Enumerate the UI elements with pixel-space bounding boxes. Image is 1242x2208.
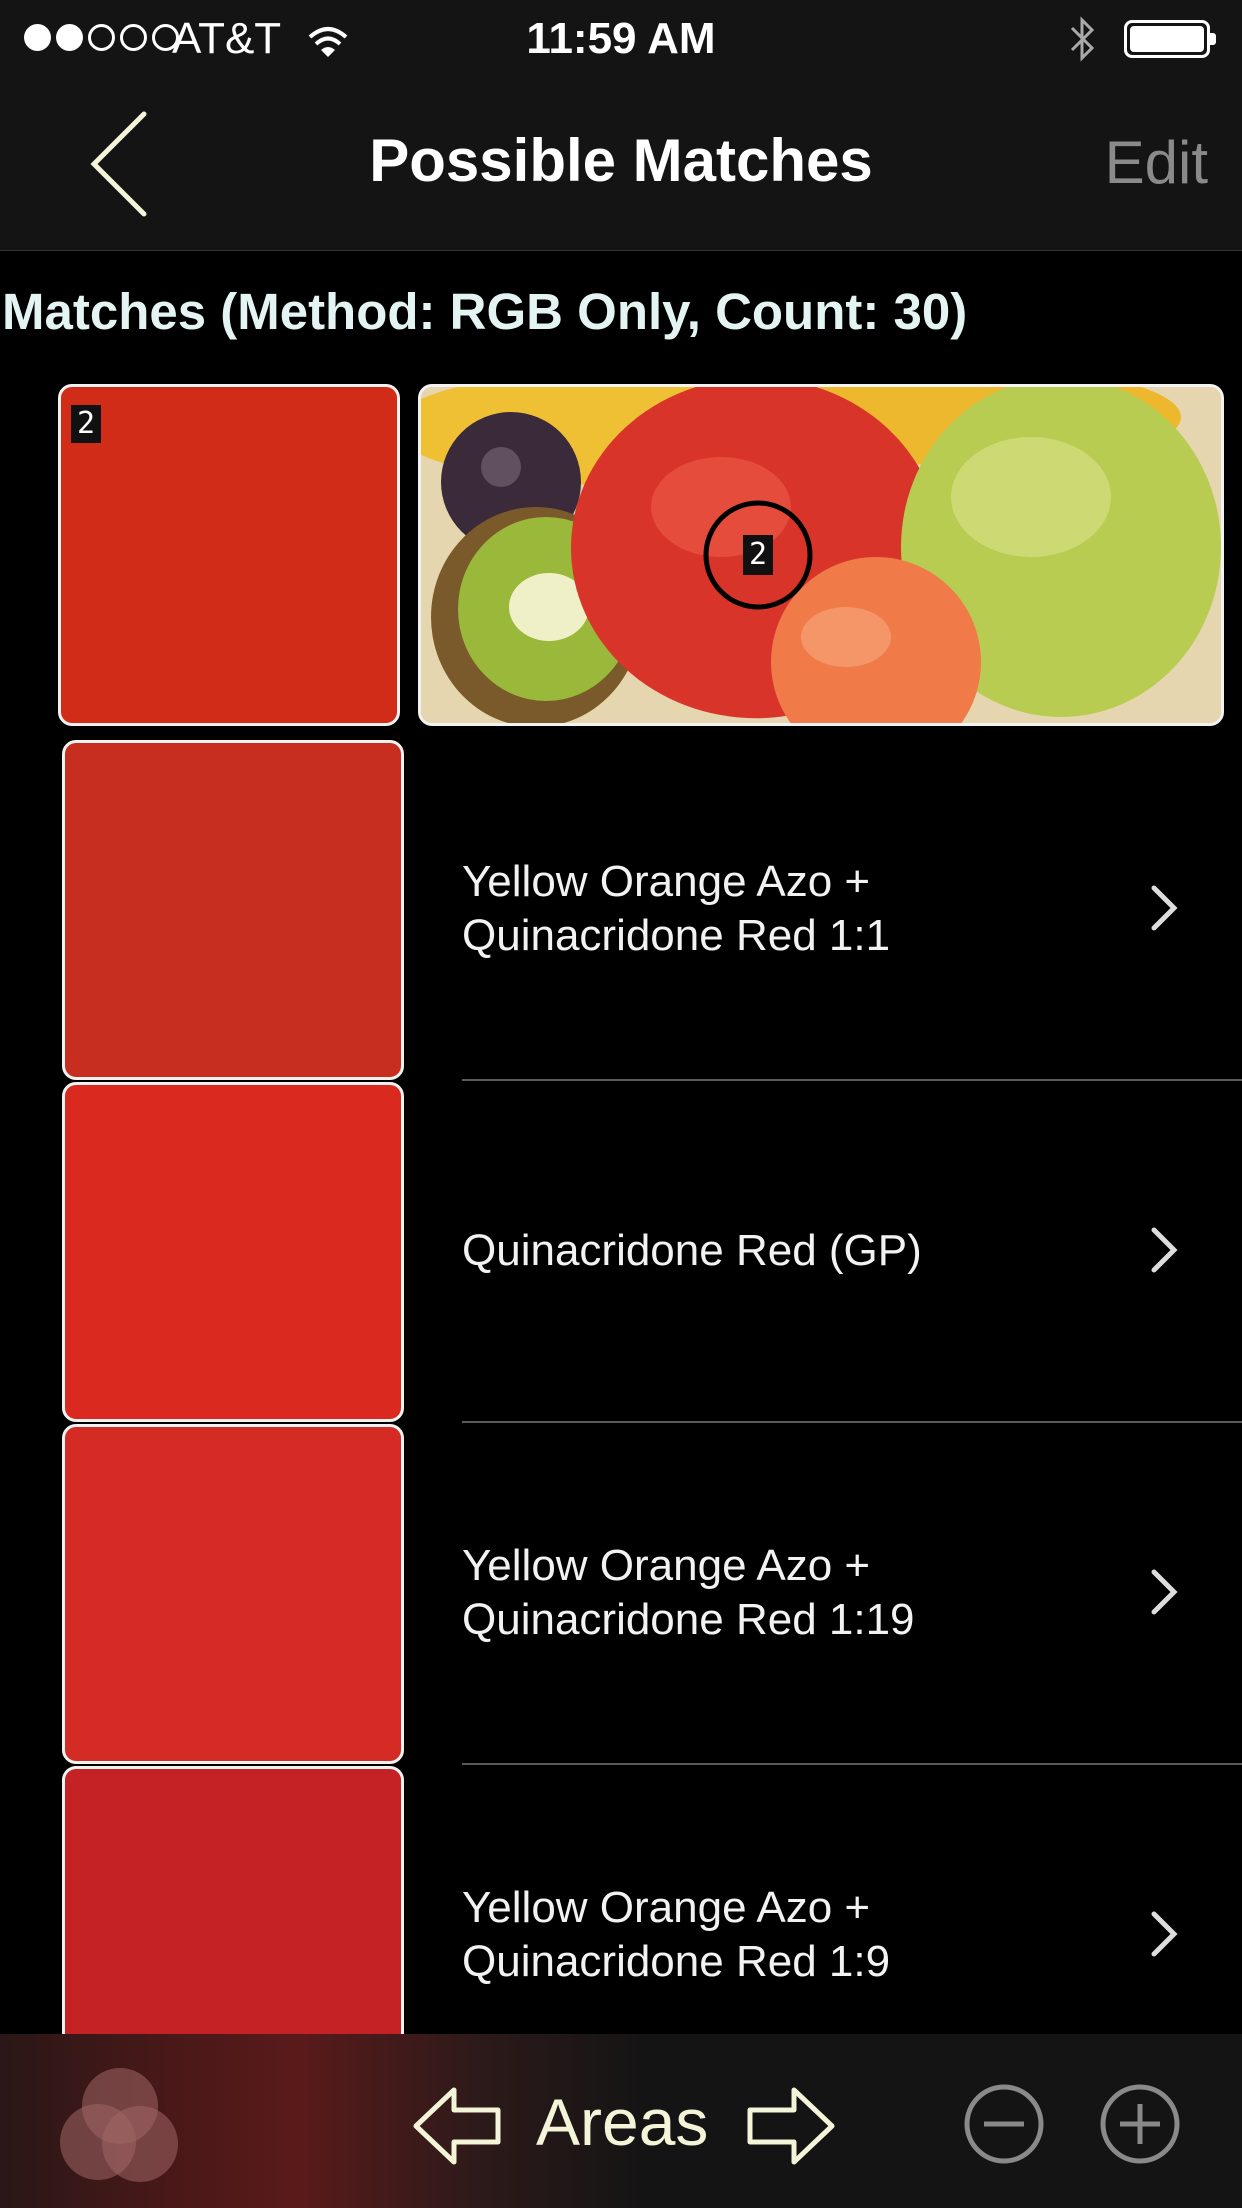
chevron-right-icon [1151,1911,1178,1957]
bottom-toolbar: Areas [0,2034,1242,2208]
chevron-right-icon [1151,1227,1178,1273]
source-photo[interactable]: 2 [418,384,1224,726]
match-label: Quinacridone Red (GP) [462,1226,922,1275]
bluetooth-icon [1066,14,1100,75]
match-label: Yellow Orange Azo + Quinacridone Red 1:9 [462,1883,891,1986]
areas-label: Areas [536,2085,709,2159]
sample-color-swatch[interactable]: 2 [58,384,400,726]
color-mix-icon[interactable] [58,2064,186,2184]
matches-section-header: Matches (Method: RGB Only, Count: 30) [2,283,968,340]
match-label: Yellow Orange Azo + Quinacridone Red 1:1 [462,857,891,960]
match-label: Yellow Orange Azo + Quinacridone Red 1:1… [462,1541,915,1644]
status-time: 11:59 AM [526,14,716,63]
match-color-swatch [62,1424,404,1764]
battery-icon [1124,20,1216,58]
match-color-swatch [62,1082,404,1422]
chevron-right-icon [1151,885,1178,931]
zoom-in-button[interactable] [1098,2082,1182,2166]
match-color-swatch [62,740,404,1080]
fruit-image [421,387,1221,723]
row-divider [462,1763,1242,1765]
match-color-swatch [62,1766,404,2066]
row-divider [462,1421,1242,1423]
zoom-out-button[interactable] [962,2082,1046,2166]
sample-area-label: 2 [71,405,102,443]
edit-button[interactable]: Edit [1105,128,1208,197]
page-title: Possible Matches [369,127,873,194]
status-bar: AT&T 11:59 AM [0,0,1242,78]
photo-marker-label: 2 [748,537,768,572]
navigation-bar: Possible Matches Edit [0,78,1242,251]
row-divider [462,1079,1242,1081]
chevron-right-icon [1151,1569,1178,1615]
previous-area-button[interactable] [410,2084,506,2168]
next-area-button[interactable] [742,2084,838,2168]
